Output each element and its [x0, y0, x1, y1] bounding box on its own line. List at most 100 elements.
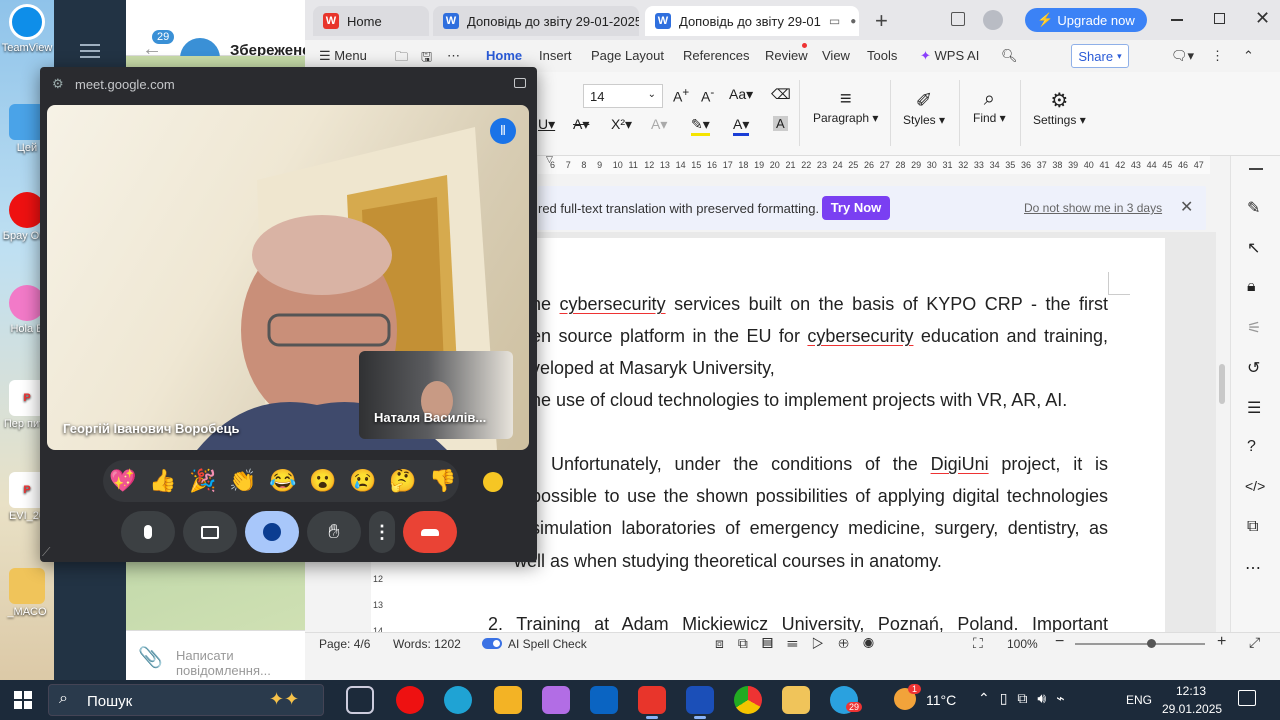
outline-icon[interactable]: ☰ — [1247, 398, 1261, 418]
message-input-bar[interactable]: 📎 Написати повідомлення... — [126, 630, 306, 680]
notifications-icon[interactable] — [1238, 690, 1256, 706]
document-line[interactable]: he cybersecurity services built on the b… — [531, 294, 1108, 315]
main-video-tile[interactable]: ⫴ Георгій Іванович Воробець Наталя Васил… — [47, 105, 529, 450]
superscript-icon[interactable]: X²▾ — [611, 116, 632, 133]
clock-time[interactable]: 12:13 — [1176, 684, 1206, 698]
tab-ribbon-references[interactable]: References — [683, 48, 749, 63]
file-explorer-icon[interactable] — [782, 686, 810, 714]
more-icon[interactable]: ⋯ — [1245, 558, 1261, 578]
scrollbar-thumb[interactable] — [1219, 364, 1225, 404]
lock-icon[interactable]: 🔒︎ — [1247, 278, 1256, 296]
document-line[interactable]: well as when studying theoretical course… — [514, 551, 942, 572]
store-icon[interactable] — [494, 686, 522, 714]
try-now-button[interactable]: Try Now — [822, 196, 890, 220]
change-case-icon[interactable]: Aa▾ — [729, 86, 753, 103]
reaction-thinking[interactable]: 🤔 — [389, 468, 416, 494]
restore-tabs-icon[interactable] — [951, 12, 965, 26]
strikethrough-icon[interactable]: A▾ — [573, 116, 589, 133]
underline-icon[interactable]: U▾ — [538, 116, 555, 133]
document-line[interactable]: possible to use the shown possibilities … — [531, 486, 1108, 507]
microphone-button[interactable] — [121, 511, 175, 553]
settings-group[interactable]: ⚙ Settings ▾ — [1033, 88, 1086, 127]
tab-ribbon-home[interactable]: Home — [486, 48, 523, 69]
increase-font-icon[interactable]: A+ — [673, 86, 689, 105]
comment-icon[interactable]: 🗨▾ — [1171, 48, 1194, 64]
vertical-ruler[interactable]: 12 13 14 — [371, 562, 385, 636]
chrome-icon[interactable] — [734, 686, 762, 714]
search-icon[interactable]: 🔍︎ — [1001, 48, 1018, 64]
help-icon[interactable]: ? — [1247, 438, 1256, 456]
resize-handle-icon[interactable]: ⟋ — [42, 545, 50, 560]
reaction-surprised[interactable]: 😮 — [309, 468, 336, 494]
tray-icons[interactable]: ⌃▯⧉🔊︎⌁ — [978, 690, 1075, 707]
start-button[interactable] — [14, 691, 32, 709]
reaction-sparkling-heart[interactable]: 💖 — [109, 468, 136, 494]
code-icon[interactable]: </> — [1245, 478, 1265, 494]
user-avatar[interactable] — [983, 10, 1003, 30]
clock-date[interactable]: 29.01.2025 — [1162, 702, 1222, 716]
find-group[interactable]: ⌕ Find ▾ — [973, 88, 1006, 125]
opera-icon[interactable] — [396, 686, 424, 714]
more-options-icon[interactable]: ⋮ — [1211, 48, 1224, 64]
font-size-select[interactable]: 14 ⌄ — [583, 84, 663, 108]
minimize-button[interactable] — [1171, 19, 1183, 21]
language-indicator[interactable]: ENG — [1126, 693, 1152, 707]
fullscreen-icon[interactable]: ⤢ — [1249, 634, 1260, 651]
taskbar-search-box[interactable]: ⌕ Пошук ✦✦ — [48, 684, 324, 716]
spell-check-toggle[interactable] — [482, 638, 502, 649]
decrease-font-icon[interactable]: A- — [701, 86, 714, 105]
document-line[interactable]: he use of cloud technologies to implemen… — [531, 390, 1067, 411]
word-count[interactable]: Words: 1202 — [393, 637, 461, 651]
character-shading-icon[interactable]: A — [773, 116, 788, 131]
pen-icon[interactable]: ✎ — [1247, 198, 1260, 218]
desktop-icon-maco-folder[interactable]: _MACO — [0, 568, 54, 619]
zoom-level[interactable]: 100% — [1007, 637, 1038, 651]
ruler-indent-marker[interactable]: ▽ — [546, 154, 553, 165]
select-cursor-icon[interactable]: ↖ — [1247, 238, 1260, 258]
tab-document-1[interactable]: W Доповідь до звіту 29-01-2025.d — [433, 6, 639, 36]
adjust-icon[interactable]: ⚟ — [1247, 318, 1261, 338]
reaction-laughing[interactable]: 😂 — [269, 468, 296, 494]
camera-button[interactable] — [183, 511, 237, 553]
styles-group[interactable]: ✐ Styles ▾ — [903, 88, 945, 127]
raise-hand-button[interactable]: ✋︎ — [307, 511, 361, 553]
meet-settings-icon[interactable]: ⚙ — [52, 76, 64, 92]
menu-hamburger[interactable]: ☰ Menu — [319, 48, 367, 64]
more-options-button[interactable]: ⋮ — [369, 511, 395, 553]
reactions-button[interactable] — [245, 511, 299, 553]
tab-ribbon-view[interactable]: View — [822, 48, 850, 63]
hamburger-menu-icon[interactable] — [80, 44, 100, 58]
collapse-ribbon-icon[interactable]: ⌃ — [1243, 48, 1254, 64]
zoom-in-icon[interactable]: + — [1217, 633, 1226, 651]
document-line[interactable]: Unfortunately, under the conditions of t… — [551, 454, 1108, 475]
document-line[interactable]: veloped at Masaryk University, — [531, 358, 775, 379]
zoom-slider[interactable] — [1075, 639, 1205, 648]
paragraph-group[interactable]: ≡ Paragraph ▾ — [813, 88, 878, 125]
history-icon[interactable]: ↺ — [1247, 358, 1260, 378]
dismiss-banner-link[interactable]: Do not show me in 3 days — [1024, 201, 1162, 215]
zoom-out-icon[interactable]: − — [1055, 633, 1064, 651]
edge-icon[interactable] — [444, 686, 472, 714]
document-line[interactable]: simulation laboratories of emergency med… — [531, 518, 1108, 539]
pop-out-icon[interactable] — [514, 78, 526, 88]
horizontal-ruler[interactable]: 6 7 8 9 10 11 12 13 14 15 16 17 18 19 20 21 22 23 24 25 26 27… — [538, 154, 1210, 174]
tab-home[interactable]: W Home — [313, 6, 429, 36]
weather-temperature[interactable]: 11°C — [926, 692, 956, 708]
attach-icon[interactable]: 📎 — [138, 645, 163, 670]
clear-format-icon[interactable]: ⌫ — [771, 86, 791, 103]
wps-office-icon[interactable] — [638, 686, 666, 714]
more-icon[interactable]: ⋯ — [447, 48, 460, 64]
page-count[interactable]: Page: 4/6 — [319, 637, 370, 651]
new-tab-plus-icon[interactable]: + — [875, 8, 888, 34]
tab-ribbon-page-layout[interactable]: Page Layout — [591, 48, 664, 63]
outlook-icon[interactable] — [590, 686, 618, 714]
tab-document-2-active[interactable]: W Доповідь до звіту 29-01 ▭ ● — [645, 6, 859, 36]
skin-tone-picker[interactable] — [483, 472, 503, 492]
task-view-icon[interactable] — [346, 686, 374, 714]
pip-video-tile[interactable]: Наталя Василів... — [359, 351, 513, 439]
font-color-icon[interactable]: A▾ — [733, 116, 750, 136]
highlight-icon[interactable]: ✎▾ — [691, 116, 710, 136]
maximize-button[interactable] — [1214, 13, 1225, 24]
reaction-crying[interactable]: 😢 — [349, 468, 376, 494]
reaction-thumbs-up[interactable]: 👍 — [149, 468, 176, 494]
